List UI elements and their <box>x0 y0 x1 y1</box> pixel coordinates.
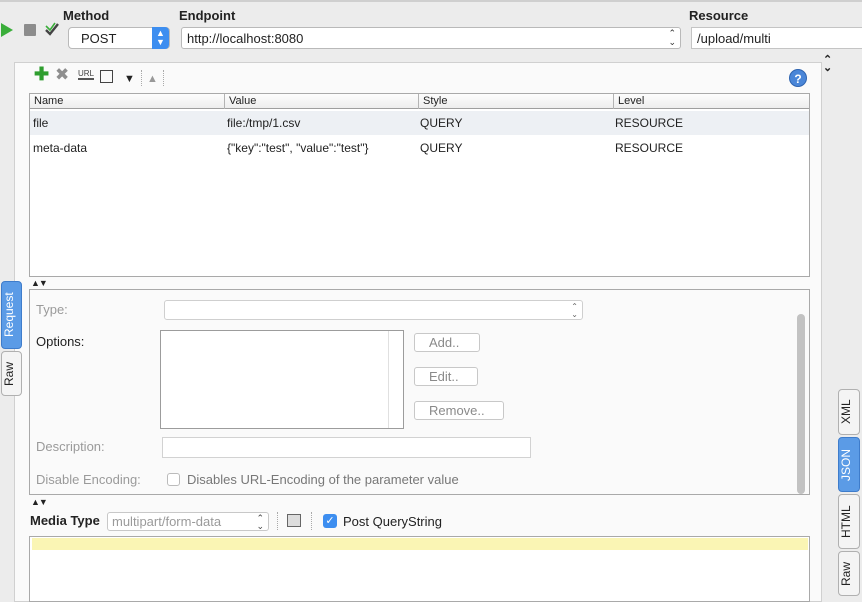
post-querystring-label: Post QueryString <box>343 514 442 529</box>
cell-level: RESOURCE <box>615 141 684 155</box>
disable-encoding-text: Disables URL-Encoding of the parameter v… <box>187 472 459 487</box>
tab-xml[interactable]: XML <box>838 389 860 435</box>
add-param-icon[interactable]: ✚ <box>34 65 49 83</box>
method-value: POST <box>81 31 117 46</box>
stop-icon[interactable] <box>24 24 36 36</box>
column-header-level[interactable]: Level <box>614 94 809 109</box>
type-chevron-icon[interactable]: ⌃ ⌄ <box>571 303 578 319</box>
post-querystring-checkbox[interactable]: ✓ <box>323 514 337 528</box>
splitter-toggle-icon[interactable]: ▲▼ <box>31 278 48 288</box>
help-icon[interactable]: ? <box>789 69 807 87</box>
column-header-value[interactable]: Value <box>225 94 419 109</box>
media-type-label: Media Type <box>30 513 100 528</box>
url-encode-icon[interactable]: URL <box>78 69 95 80</box>
media-type-editor-icon[interactable] <box>287 514 301 527</box>
column-header-name[interactable]: Name <box>30 94 225 109</box>
resource-label: Resource <box>689 8 749 23</box>
cell-name: meta-data <box>33 141 88 155</box>
tab-html[interactable]: HTML <box>838 494 860 549</box>
media-type-select[interactable]: multipart/form-data ⌃ ⌄ <box>107 512 269 531</box>
endpoint-combo[interactable]: http://localhost:8080 ⌃ ⌄ <box>181 27 681 49</box>
remove-option-button[interactable]: Remove.. <box>414 401 504 420</box>
table-row[interactable]: file file:/tmp/1.csv QUERY RESOURCE <box>30 111 809 135</box>
collapse-panel-icon[interactable]: ⌃ ⌄ <box>823 55 832 74</box>
tab-request[interactable]: Request <box>1 281 22 349</box>
params-toolbar: ✚ ✖ URL ▼ ▲ <box>28 65 810 90</box>
cell-style: QUERY <box>420 141 463 155</box>
tab-raw-right[interactable]: Raw <box>838 551 860 596</box>
method-spinner-icon[interactable]: ▲ ▼ <box>152 27 169 49</box>
method-select[interactable]: POST ▲ ▼ <box>68 27 170 49</box>
param-details-form: Type: ⌃ ⌄ Options: Add.. Edit.. Remove.. … <box>29 289 810 495</box>
description-input[interactable] <box>162 437 531 458</box>
endpoint-chevron-icon[interactable]: ⌃ ⌄ <box>668 29 676 47</box>
edit-option-button[interactable]: Edit.. <box>414 367 478 386</box>
type-label: Type: <box>36 302 68 317</box>
endpoint-label: Endpoint <box>179 8 236 23</box>
move-down-icon[interactable]: ▼ <box>124 71 135 87</box>
cell-style: QUERY <box>420 116 463 130</box>
move-up-icon[interactable]: ▲ <box>147 71 158 87</box>
media-type-chevron-icon[interactable]: ⌃ ⌄ <box>256 514 264 531</box>
top-toolbar: Method POST ▲ ▼ Endpoint http://localhost… <box>0 0 862 58</box>
cell-level: RESOURCE <box>615 116 684 130</box>
column-header-style[interactable]: Style <box>419 94 614 109</box>
options-list[interactable] <box>160 330 404 429</box>
run-icon[interactable] <box>0 22 16 38</box>
description-label: Description: <box>36 439 105 454</box>
tab-raw-left[interactable]: Raw <box>1 351 22 396</box>
resource-input[interactable]: /upload/multi <box>691 27 862 49</box>
media-type-value: multipart/form-data <box>112 514 222 529</box>
cell-value: file:/tmp/1.csv <box>227 116 301 130</box>
fullscreen-icon[interactable] <box>100 70 113 83</box>
remove-param-icon[interactable]: ✖ <box>55 66 69 83</box>
cell-value: {"key":"test", "value":"test"} <box>227 141 369 155</box>
table-header: Name Value Style Level <box>30 94 809 109</box>
endpoint-value: http://localhost:8080 <box>187 31 304 46</box>
splitter-toggle-icon[interactable]: ▲▼ <box>31 497 48 507</box>
type-select[interactable]: ⌃ ⌄ <box>164 300 583 320</box>
params-table: Name Value Style Level file file:/tmp/1.… <box>29 93 810 277</box>
check-validate-icon[interactable] <box>44 22 60 38</box>
disable-encoding-checkbox[interactable] <box>167 473 180 486</box>
current-line-highlight <box>32 538 808 550</box>
resource-value: /upload/multi <box>697 31 771 46</box>
disable-encoding-label: Disable Encoding: <box>36 472 141 487</box>
form-scrollbar[interactable] <box>797 314 805 494</box>
tab-json[interactable]: JSON <box>838 437 860 492</box>
add-option-button[interactable]: Add.. <box>414 333 480 352</box>
method-label: Method <box>63 8 110 23</box>
cell-name: file <box>33 116 49 130</box>
options-label: Options: <box>36 334 85 349</box>
table-row[interactable]: meta-data {"key":"test", "value":"test"}… <box>30 136 809 160</box>
